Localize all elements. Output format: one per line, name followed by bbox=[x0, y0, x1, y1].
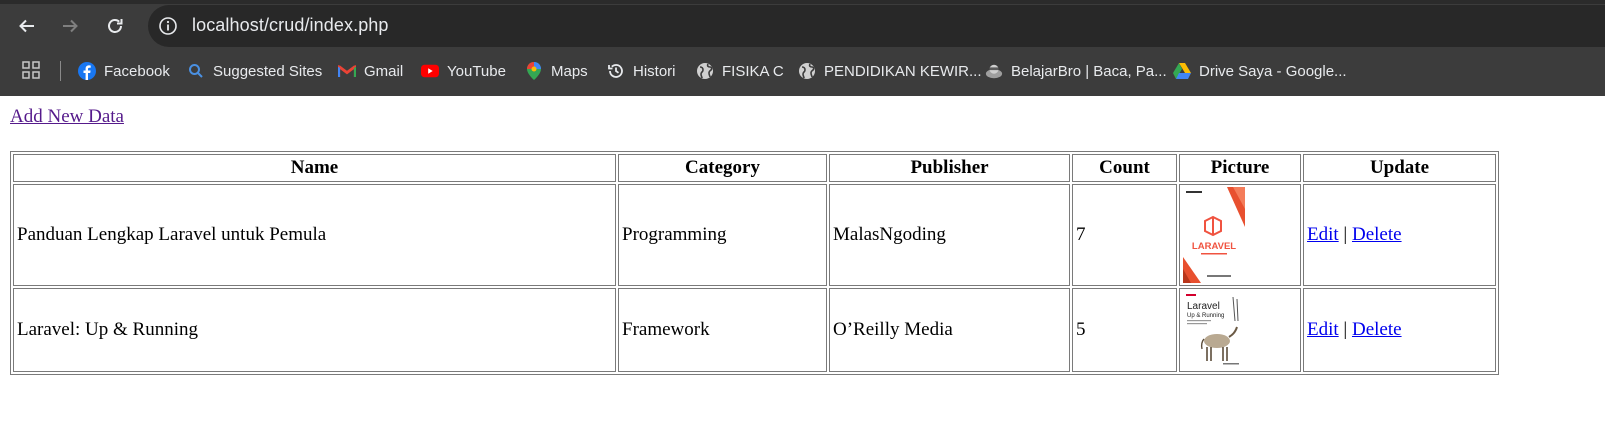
bookmark-suggested-sites[interactable]: Suggested Sites bbox=[187, 60, 322, 82]
edit-link[interactable]: Edit bbox=[1307, 224, 1339, 245]
browser-toolbar: localhost/crud/index.php bbox=[0, 0, 1605, 52]
search-icon bbox=[187, 62, 205, 80]
header-category: Category bbox=[618, 154, 827, 182]
header-publisher: Publisher bbox=[829, 154, 1070, 182]
cell-category: Programming bbox=[618, 184, 827, 286]
bookmark-label: Facebook bbox=[104, 62, 170, 80]
table-header-row: Name Category Publisher Count Picture Up… bbox=[13, 154, 1496, 182]
youtube-icon bbox=[421, 62, 439, 80]
reload-icon bbox=[108, 19, 123, 33]
maps-pin-icon bbox=[525, 62, 543, 80]
reload-button[interactable] bbox=[100, 12, 130, 40]
bookmark-drive[interactable]: Drive Saya - Google... bbox=[1173, 60, 1347, 82]
delete-link[interactable]: Delete bbox=[1352, 224, 1402, 245]
bookmark-pendidikan[interactable]: PENDIDIKAN KEWIR... bbox=[798, 60, 982, 82]
cell-update: Edit | Delete bbox=[1303, 184, 1496, 286]
header-count: Count bbox=[1072, 154, 1177, 182]
bookmark-facebook[interactable]: Facebook bbox=[78, 60, 170, 82]
bookmark-gmail[interactable]: Gmail bbox=[338, 60, 403, 82]
globe-icon bbox=[798, 62, 816, 80]
bookmark-label: Maps bbox=[551, 62, 588, 80]
delete-link[interactable]: Delete bbox=[1352, 319, 1402, 340]
address-bar[interactable]: localhost/crud/index.php bbox=[148, 5, 1605, 47]
history-icon bbox=[607, 62, 625, 80]
back-button[interactable] bbox=[12, 12, 42, 40]
cell-name: Laravel: Up & Running bbox=[13, 288, 616, 372]
cell-publisher: O’Reilly Media bbox=[829, 288, 1070, 372]
bookmark-label: PENDIDIKAN KEWIR... bbox=[824, 62, 982, 80]
bookmark-belajarbro[interactable]: BelajarBro | Baca, Pa... bbox=[985, 60, 1167, 82]
site-info-icon[interactable] bbox=[158, 16, 178, 36]
cell-picture: LARAVEL bbox=[1179, 184, 1301, 286]
oreilly-cover-art: Laravel Up & Running bbox=[1183, 291, 1245, 369]
cell-name: Panduan Lengkap Laravel untuk Pemula bbox=[13, 184, 616, 286]
link-separator: | bbox=[1343, 224, 1348, 245]
gmail-icon bbox=[338, 62, 356, 80]
drive-icon bbox=[1173, 62, 1191, 80]
bookmarks-separator bbox=[60, 61, 61, 81]
bookmark-youtube[interactable]: YouTube bbox=[421, 60, 506, 82]
books-table: Name Category Publisher Count Picture Up… bbox=[10, 151, 1499, 375]
bookmark-label: Drive Saya - Google... bbox=[1199, 62, 1347, 80]
globe-icon bbox=[696, 62, 714, 80]
cell-update: Edit | Delete bbox=[1303, 288, 1496, 372]
bookmark-fisika-c[interactable]: FISIKA C bbox=[696, 60, 784, 82]
cell-picture: Laravel Up & Running bbox=[1179, 288, 1301, 372]
table-row: Panduan Lengkap Laravel untuk Pemula Pro… bbox=[13, 184, 1496, 286]
cell-publisher: MalasNgoding bbox=[829, 184, 1070, 286]
apps-grid-icon[interactable] bbox=[22, 61, 40, 79]
forward-arrow-icon bbox=[63, 19, 78, 33]
bookmark-label: Histori bbox=[633, 62, 676, 80]
cell-count: 5 bbox=[1072, 288, 1177, 372]
bookmark-histori[interactable]: Histori bbox=[607, 60, 676, 82]
header-picture: Picture bbox=[1179, 154, 1301, 182]
bookmark-label: Suggested Sites bbox=[213, 62, 323, 80]
back-arrow-icon bbox=[19, 19, 34, 33]
cover-title: Laravel bbox=[1187, 301, 1220, 312]
laravel-cover-art: LARAVEL bbox=[1183, 187, 1245, 283]
book-cover-image: LARAVEL bbox=[1183, 187, 1245, 283]
book-cover-image: Laravel Up & Running bbox=[1183, 291, 1245, 369]
add-new-data-link[interactable]: Add New Data bbox=[10, 106, 124, 128]
bookmark-label: YouTube bbox=[447, 62, 506, 80]
link-separator: | bbox=[1343, 319, 1348, 340]
bookmark-label: BelajarBro | Baca, Pa... bbox=[1011, 62, 1167, 80]
cover-title: LARAVEL bbox=[1192, 241, 1236, 252]
bookmark-maps[interactable]: Maps bbox=[525, 60, 588, 82]
table-row: Laravel: Up & Running Framework O’Reilly… bbox=[13, 288, 1496, 372]
header-name: Name bbox=[13, 154, 616, 182]
tab-strip bbox=[0, 0, 1605, 4]
cell-count: 7 bbox=[1072, 184, 1177, 286]
belajarbro-icon bbox=[985, 62, 1003, 80]
facebook-icon bbox=[78, 62, 96, 80]
cover-subtitle: Up & Running bbox=[1187, 313, 1224, 319]
edit-link[interactable]: Edit bbox=[1307, 319, 1339, 340]
bookmark-label: Gmail bbox=[364, 62, 404, 80]
cell-category: Framework bbox=[618, 288, 827, 372]
bookmark-label: FISIKA C bbox=[722, 62, 784, 80]
header-update: Update bbox=[1303, 154, 1496, 182]
forward-button[interactable] bbox=[55, 12, 85, 40]
url-text[interactable]: localhost/crud/index.php bbox=[192, 15, 389, 36]
